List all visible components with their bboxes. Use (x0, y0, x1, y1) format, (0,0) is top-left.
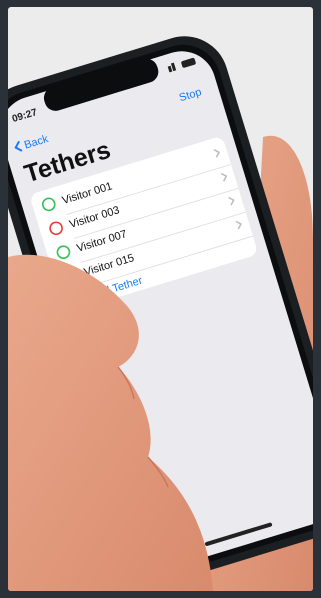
photo-card: 09:27 Back Stop Tethers Visitor 001 Visi… (8, 7, 313, 591)
phone-photo: 09:27 Back Stop Tethers Visitor 001 Visi… (8, 36, 313, 591)
